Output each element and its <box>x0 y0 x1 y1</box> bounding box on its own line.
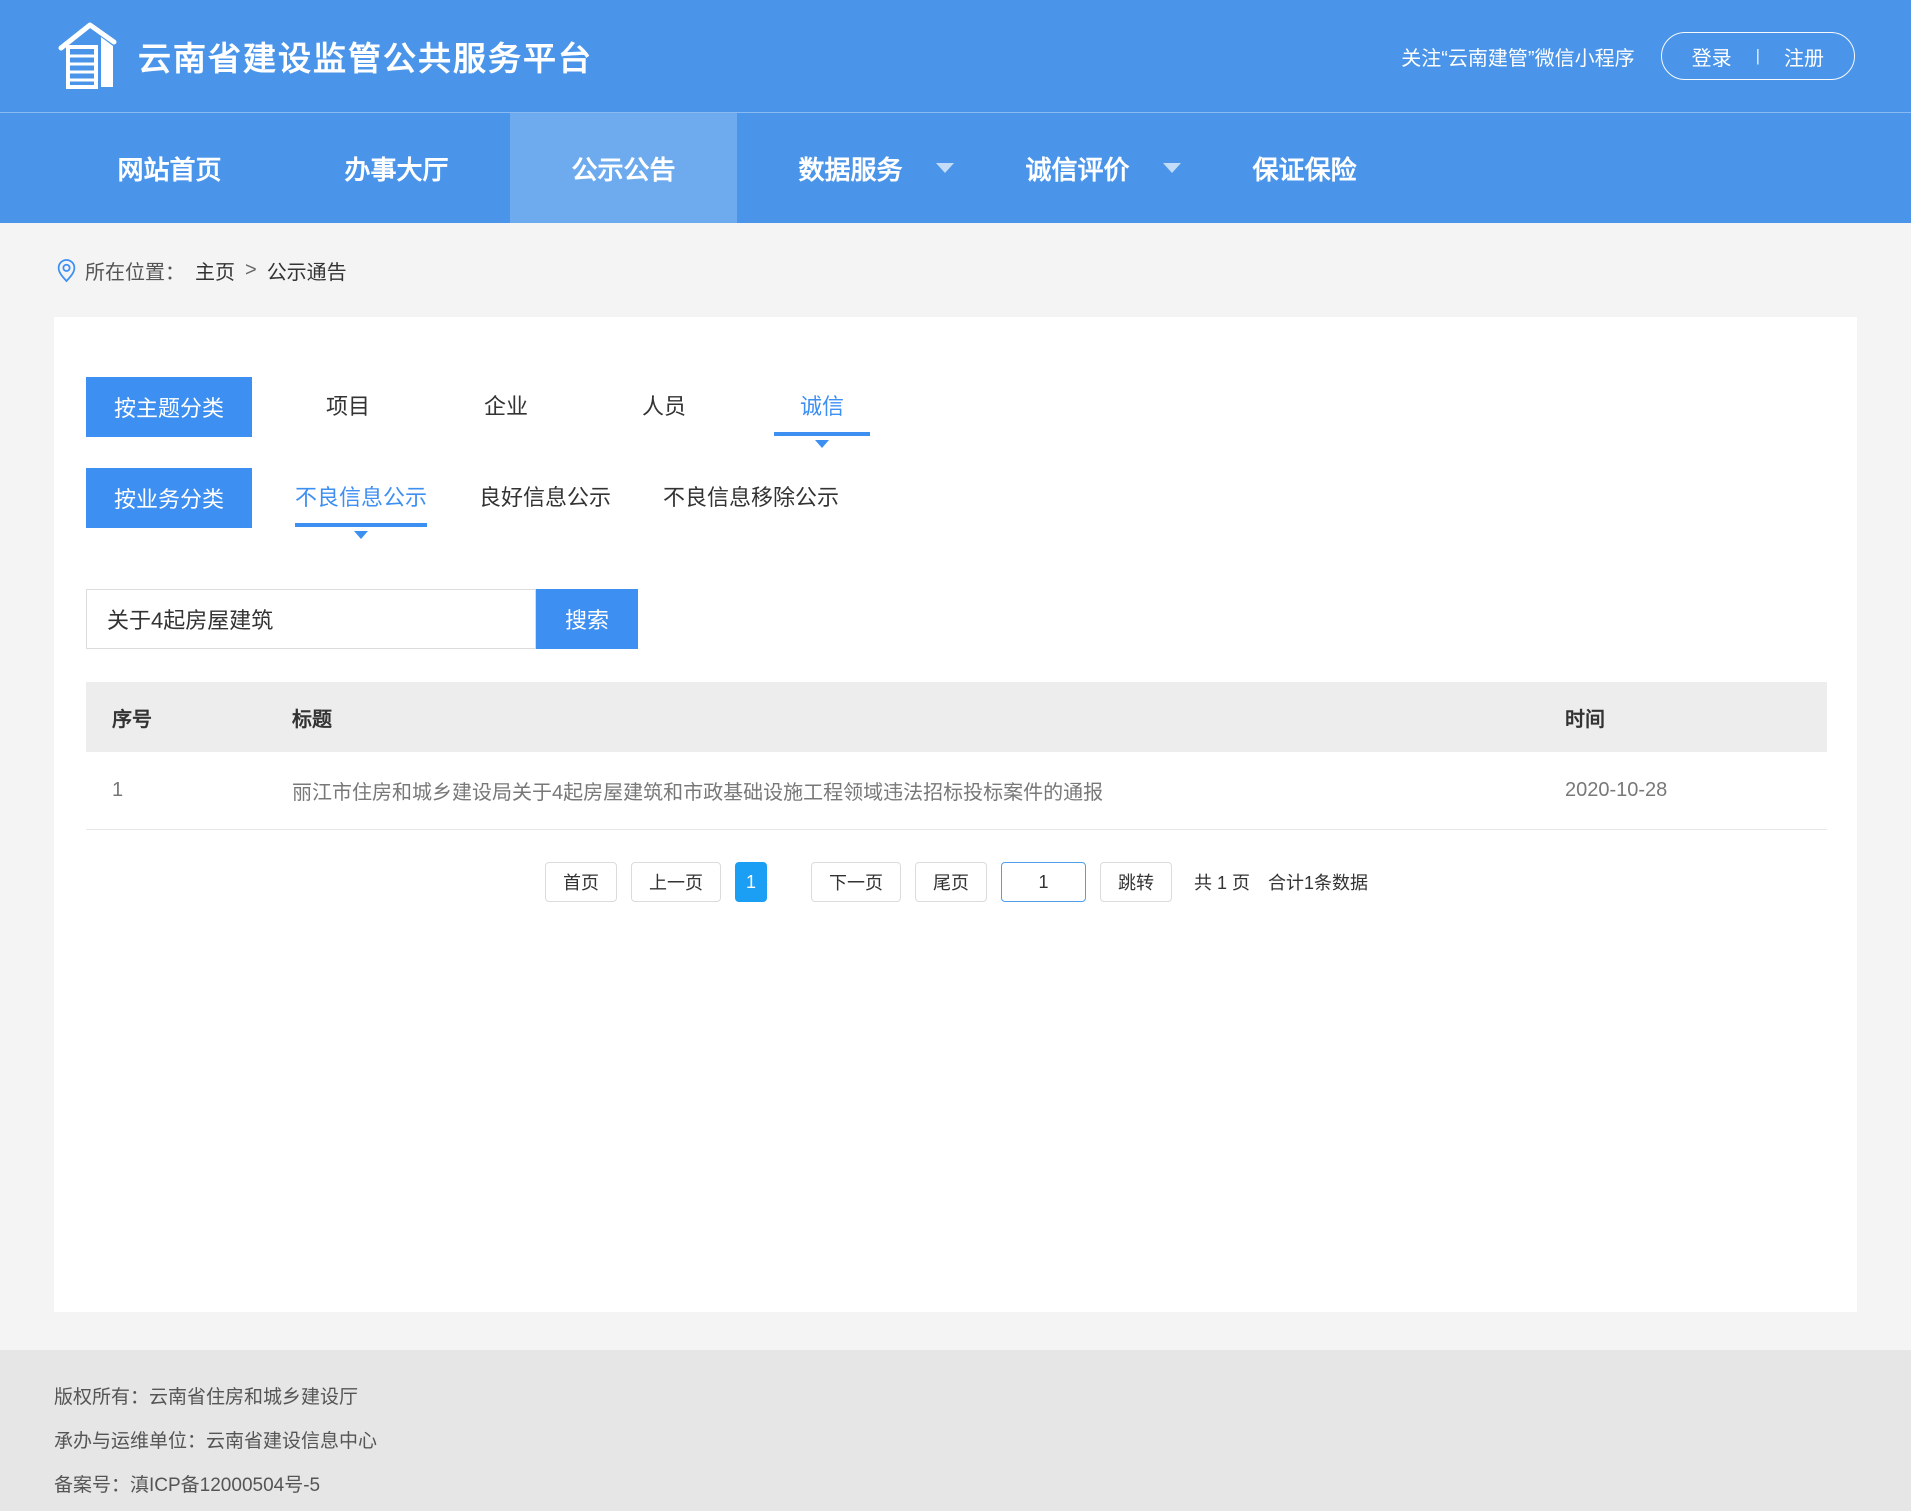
tab-bad-info-removal-publicity[interactable]: 不良信息移除公示 <box>663 483 839 513</box>
filter-by-business-button[interactable]: 按业务分类 <box>86 468 252 528</box>
nav-item-guarantee-insurance[interactable]: 保证保险 <box>1191 113 1418 223</box>
site-title: 云南省建设监管公共服务平台 <box>138 32 593 80</box>
last-page-button[interactable]: 尾页 <box>915 862 987 902</box>
nav-item-home[interactable]: 网站首页 <box>56 113 283 223</box>
next-page-button[interactable]: 下一页 <box>811 862 901 902</box>
register-button[interactable]: 注册 <box>1784 42 1824 71</box>
total-pages-text: 共 1 页 <box>1194 869 1250 895</box>
jump-page-input[interactable] <box>1001 862 1086 902</box>
tab-good-info-publicity[interactable]: 良好信息公示 <box>479 483 611 513</box>
search-button[interactable]: 搜索 <box>536 589 638 649</box>
row-index: 1 <box>86 779 292 802</box>
nav-item-credit-rating[interactable]: 诚信评价 <box>964 113 1191 223</box>
nav-item-service-hall[interactable]: 办事大厅 <box>283 113 510 223</box>
business-tabs: 不良信息公示 良好信息公示 不良信息移除公示 <box>295 483 839 513</box>
breadcrumb-home-link[interactable]: 主页 <box>195 256 235 285</box>
site-logo[interactable]: 云南省建设监管公共服务平台 <box>56 19 593 93</box>
nav-item-data-services[interactable]: 数据服务 <box>737 113 964 223</box>
tab-project[interactable]: 项目 <box>300 392 396 422</box>
business-filter-row: 按业务分类 不良信息公示 良好信息公示 不良信息移除公示 <box>86 468 1827 528</box>
breadcrumb: 所在位置： 主页 > 公示通告 <box>0 223 1911 317</box>
prev-page-button[interactable]: 上一页 <box>631 862 721 902</box>
search-row: 搜索 <box>86 589 1827 649</box>
tab-personnel[interactable]: 人员 <box>616 392 712 422</box>
header-right: 关注“云南建管”微信小程序 登录 | 注册 <box>1401 32 1855 80</box>
login-button[interactable]: 登录 <box>1692 42 1732 71</box>
footer-copyright: 版权所有：云南省住房和城乡建设厅 <box>54 1376 1911 1420</box>
filter-by-topic-button[interactable]: 按主题分类 <box>86 377 252 437</box>
auth-pill: 登录 | 注册 <box>1661 32 1855 80</box>
column-header-index: 序号 <box>86 703 292 732</box>
search-input[interactable] <box>86 589 536 649</box>
total-items-text: 合计1条数据 <box>1268 869 1368 895</box>
footer-operator: 承办与运维单位：云南省建设信息中心 <box>54 1420 1911 1464</box>
jump-button[interactable]: 跳转 <box>1100 862 1172 902</box>
tab-credit[interactable]: 诚信 <box>774 392 870 422</box>
row-date: 2020-10-28 <box>1565 779 1827 802</box>
column-header-title: 标题 <box>292 703 1565 732</box>
results-table: 序号 标题 时间 1 丽江市住房和城乡建设局关于4起房屋建筑和市政基础设施工程领… <box>86 682 1827 830</box>
breadcrumb-separator: > <box>245 259 257 282</box>
column-header-date: 时间 <box>1565 703 1827 732</box>
nav-item-announcements[interactable]: 公示公告 <box>510 113 737 223</box>
first-page-button[interactable]: 首页 <box>545 862 617 902</box>
tab-enterprise[interactable]: 企业 <box>458 392 554 422</box>
chevron-down-icon <box>1163 163 1181 173</box>
building-logo-icon <box>56 19 122 93</box>
top-header: 云南省建设监管公共服务平台 关注“云南建管”微信小程序 登录 | 注册 <box>0 0 1911 112</box>
breadcrumb-label: 所在位置： <box>85 256 185 285</box>
content-card: 按主题分类 项目 企业 人员 诚信 按业务分类 不良信息公示 良好信息公示 不良… <box>54 317 1857 1312</box>
current-page-indicator[interactable]: 1 <box>735 862 767 902</box>
wechat-miniprogram-note: 关注“云南建管”微信小程序 <box>1401 42 1634 71</box>
main-nav: 网站首页 办事大厅 公示公告 数据服务 诚信评价 保证保险 <box>0 112 1911 223</box>
table-header-row: 序号 标题 时间 <box>86 682 1827 752</box>
pagination: 首页 上一页 1 下一页 尾页 跳转 共 1 页 合计1条数据 <box>86 862 1827 902</box>
table-row: 1 丽江市住房和城乡建设局关于4起房屋建筑和市政基础设施工程领域违法招标投标案件… <box>86 752 1827 830</box>
auth-divider: | <box>1756 46 1760 66</box>
pagination-info: 共 1 页 合计1条数据 <box>1194 869 1368 895</box>
tab-bad-info-publicity[interactable]: 不良信息公示 <box>295 483 427 513</box>
page-footer: 版权所有：云南省住房和城乡建设厅 承办与运维单位：云南省建设信息中心 备案号：滇… <box>0 1350 1911 1511</box>
footer-icp-number: 备案号：滇ICP备12000504号-5 <box>54 1464 1911 1508</box>
location-pin-icon <box>56 258 85 283</box>
row-title-link[interactable]: 丽江市住房和城乡建设局关于4起房屋建筑和市政基础设施工程领域违法招标投标案件的通… <box>292 776 1565 805</box>
topic-filter-row: 按主题分类 项目 企业 人员 诚信 <box>86 377 1827 437</box>
chevron-down-icon <box>936 163 954 173</box>
topic-tabs: 项目 企业 人员 诚信 <box>300 392 870 422</box>
breadcrumb-current: 公示通告 <box>267 256 347 285</box>
